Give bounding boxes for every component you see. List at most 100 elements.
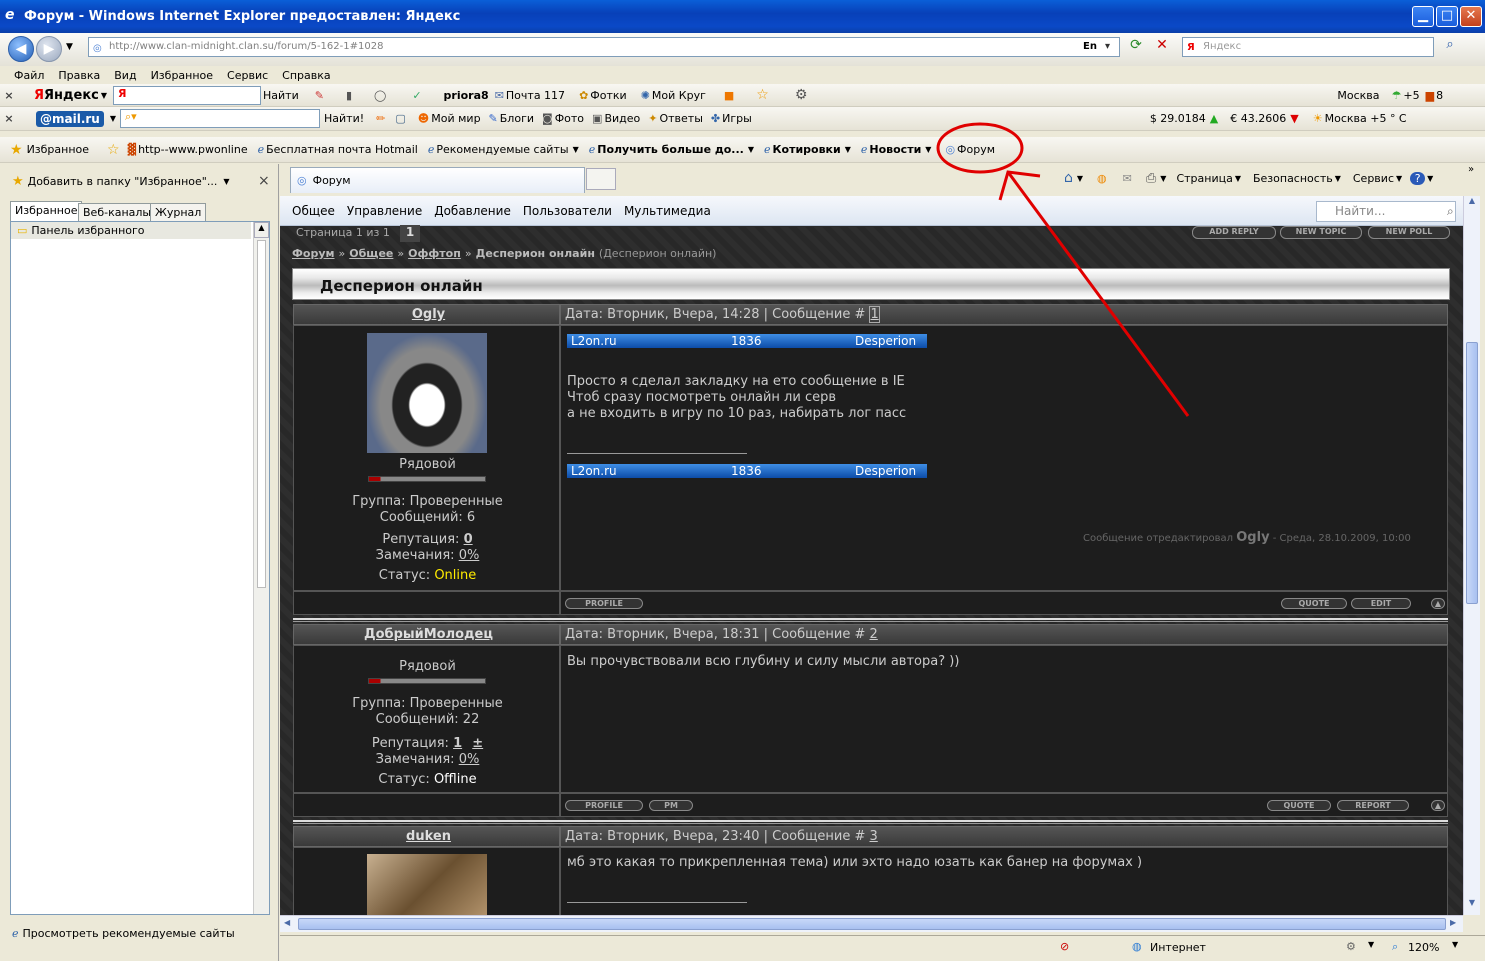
post-1-banner-sig[interactable]: L2on.ru 1836 Desperion bbox=[567, 464, 927, 478]
stop-icon[interactable]: ✕ bbox=[1152, 37, 1172, 57]
yandex-find-button[interactable]: Найти bbox=[263, 89, 299, 102]
spell-icon[interactable]: ✓ bbox=[412, 89, 421, 102]
chevron-more-icon[interactable]: » bbox=[1468, 164, 1474, 175]
mailru-search-input[interactable]: ⌕▾ bbox=[120, 109, 321, 128]
tab-forum[interactable]: ◎ Форум bbox=[290, 167, 585, 193]
new-topic-button[interactable]: NEW TOPIC bbox=[1280, 226, 1362, 239]
yandex-search-input[interactable]: Я bbox=[113, 85, 262, 105]
menu-favorites[interactable]: Избранное bbox=[151, 69, 213, 82]
add-favorites-icon[interactable]: ☆ bbox=[107, 142, 120, 158]
post-2-username[interactable]: ДобрыйМолодец bbox=[364, 627, 493, 642]
rep-value[interactable]: 0 bbox=[464, 532, 473, 547]
magnifier-icon[interactable]: ⌕ bbox=[1447, 202, 1454, 221]
post-2-report-button[interactable]: REPORT bbox=[1337, 800, 1409, 811]
minimize-button[interactable]: ▁ bbox=[1412, 6, 1434, 27]
mailru-blogs[interactable]: Блоги bbox=[500, 112, 534, 125]
yandex-circle[interactable]: Мой Круг bbox=[652, 89, 706, 102]
yandex-user[interactable]: priora8 bbox=[444, 89, 489, 102]
crumb-forum[interactable]: Форум bbox=[292, 247, 335, 260]
forum-search-input[interactable]: Найти... ⌕ bbox=[1316, 201, 1456, 222]
close-toolbar-icon[interactable]: × bbox=[0, 89, 18, 102]
menu-help[interactable]: Справка bbox=[282, 69, 330, 82]
menu-tools[interactable]: Сервис bbox=[227, 69, 268, 82]
page-number[interactable]: 1 bbox=[400, 225, 420, 242]
crumb-general[interactable]: Общее bbox=[349, 247, 393, 260]
page-vertical-scrollbar[interactable]: ▲ ▼ bbox=[1463, 196, 1480, 915]
new-tab-button[interactable] bbox=[586, 168, 616, 190]
address-dropdown-icon[interactable]: ▾ bbox=[1105, 38, 1110, 56]
forward-button[interactable]: ▶ bbox=[36, 36, 62, 62]
scroll-up-icon[interactable]: ▲ bbox=[1464, 196, 1480, 212]
mailru-logo[interactable]: @mail.ru bbox=[36, 110, 104, 127]
menu-view[interactable]: Вид bbox=[114, 69, 136, 82]
history-dropdown-icon[interactable]: ▼ bbox=[66, 42, 73, 52]
zoom-level[interactable]: 120% bbox=[1408, 941, 1439, 954]
scroll-left-icon[interactable]: ◀ bbox=[284, 918, 290, 927]
box-icon[interactable]: ■ bbox=[724, 89, 734, 102]
menu-edit[interactable]: Правка bbox=[58, 69, 100, 82]
maximize-button[interactable]: □ bbox=[1436, 6, 1458, 27]
pane-close-icon[interactable]: × bbox=[258, 173, 270, 189]
yandex-mail[interactable]: Почта 117 bbox=[506, 89, 565, 102]
mailru-video[interactable]: Видео bbox=[604, 112, 640, 125]
post-1-number[interactable]: 1 bbox=[869, 306, 880, 323]
post-3-username[interactable]: duken bbox=[406, 829, 451, 844]
protected-mode-icon[interactable]: ⚙ bbox=[1346, 940, 1356, 953]
crumb-offtop[interactable]: Оффтоп bbox=[408, 247, 461, 260]
mailru-photo[interactable]: Фото bbox=[555, 112, 584, 125]
tools-menu[interactable]: Сервис bbox=[1353, 172, 1394, 185]
mailru-world[interactable]: Мой мир bbox=[431, 112, 480, 125]
security-menu[interactable]: Безопасность bbox=[1253, 172, 1333, 185]
post-1-top-icon[interactable]: ▲ bbox=[1431, 598, 1445, 609]
tab-favorites[interactable]: Избранное bbox=[10, 201, 83, 221]
favorites-scrollbar[interactable]: ▲ bbox=[253, 222, 269, 914]
nav-add[interactable]: Добавление bbox=[434, 204, 511, 218]
menu-file[interactable]: Файл bbox=[14, 69, 44, 82]
yandex-photos[interactable]: Фотки bbox=[590, 89, 626, 102]
close-mailru-icon[interactable]: × bbox=[0, 112, 18, 125]
window-icon[interactable]: ▢ bbox=[395, 112, 405, 125]
mailru-games[interactable]: Игры bbox=[722, 112, 752, 125]
vertical-scroll-thumb[interactable] bbox=[1466, 342, 1478, 604]
close-button[interactable]: ✕ bbox=[1460, 6, 1482, 27]
fav-hotmail[interactable]: Бесплатная почта Hotmail bbox=[266, 143, 418, 156]
new-poll-button[interactable]: NEW POLL bbox=[1368, 226, 1450, 239]
post-3-number[interactable]: 3 bbox=[869, 829, 877, 844]
post-1-username[interactable]: Ogly bbox=[412, 307, 445, 322]
view-recommended[interactable]: ℯ Просмотреть рекомендуемые сайты bbox=[12, 927, 235, 940]
folder-item[interactable]: ▭ Панель избранного bbox=[11, 222, 251, 239]
fav-quotes[interactable]: Котировки bbox=[773, 143, 841, 156]
nav-users[interactable]: Пользователи bbox=[523, 204, 612, 218]
post-1-edit-button[interactable]: EDIT bbox=[1351, 598, 1411, 609]
post-1-profile-button[interactable]: PROFILE bbox=[565, 598, 643, 609]
add-to-favorites[interactable]: ★ Добавить в папку "Избранное"... ▼ bbox=[12, 174, 230, 189]
fav-recommended[interactable]: Рекомендуемые сайты bbox=[436, 143, 568, 156]
rep-value[interactable]: 1 bbox=[453, 736, 462, 751]
page-horizontal-scrollbar[interactable]: ◀ ▶ bbox=[280, 915, 1463, 932]
address-input[interactable]: ◎ http://www.clan-midnight.clan.su/forum… bbox=[88, 37, 1120, 57]
tab-feeds[interactable]: Веб-каналы bbox=[78, 203, 157, 221]
post-2-pm-button[interactable]: PM bbox=[649, 800, 693, 811]
privacy-icon[interactable]: ⊘ bbox=[1060, 940, 1069, 953]
tab-history[interactable]: Журнал bbox=[150, 203, 207, 221]
rep-change-button[interactable]: ± bbox=[472, 736, 483, 751]
post-2-quote-button[interactable]: QUOTE bbox=[1267, 800, 1331, 811]
nav-multimedia[interactable]: Мультимедиа bbox=[624, 204, 711, 218]
fav-get-more[interactable]: Получить больше до... bbox=[597, 143, 744, 156]
scroll-up-icon[interactable]: ▲ bbox=[254, 222, 269, 238]
post-1-quote-button[interactable]: QUOTE bbox=[1281, 598, 1347, 609]
scroll-thumb[interactable] bbox=[257, 240, 266, 588]
signal-icon[interactable]: ▮ bbox=[346, 89, 352, 102]
bubble-icon[interactable]: ◯ bbox=[374, 89, 386, 102]
nav-management[interactable]: Управление bbox=[347, 204, 422, 218]
favorites-button[interactable]: Избранное bbox=[27, 143, 89, 156]
star-icon[interactable]: ☆ bbox=[756, 87, 769, 103]
mailru-answers[interactable]: Ответы bbox=[659, 112, 702, 125]
nav-general[interactable]: Общее bbox=[292, 204, 335, 218]
pen-icon[interactable]: ✎ bbox=[315, 89, 324, 102]
search-go-icon[interactable]: ⌕ bbox=[1440, 37, 1460, 57]
horizontal-scroll-thumb[interactable] bbox=[298, 918, 1446, 930]
refresh-icon[interactable]: ⟳ bbox=[1126, 37, 1146, 57]
post-2-number[interactable]: 2 bbox=[869, 627, 877, 642]
warn-value[interactable]: 0% bbox=[459, 548, 480, 563]
